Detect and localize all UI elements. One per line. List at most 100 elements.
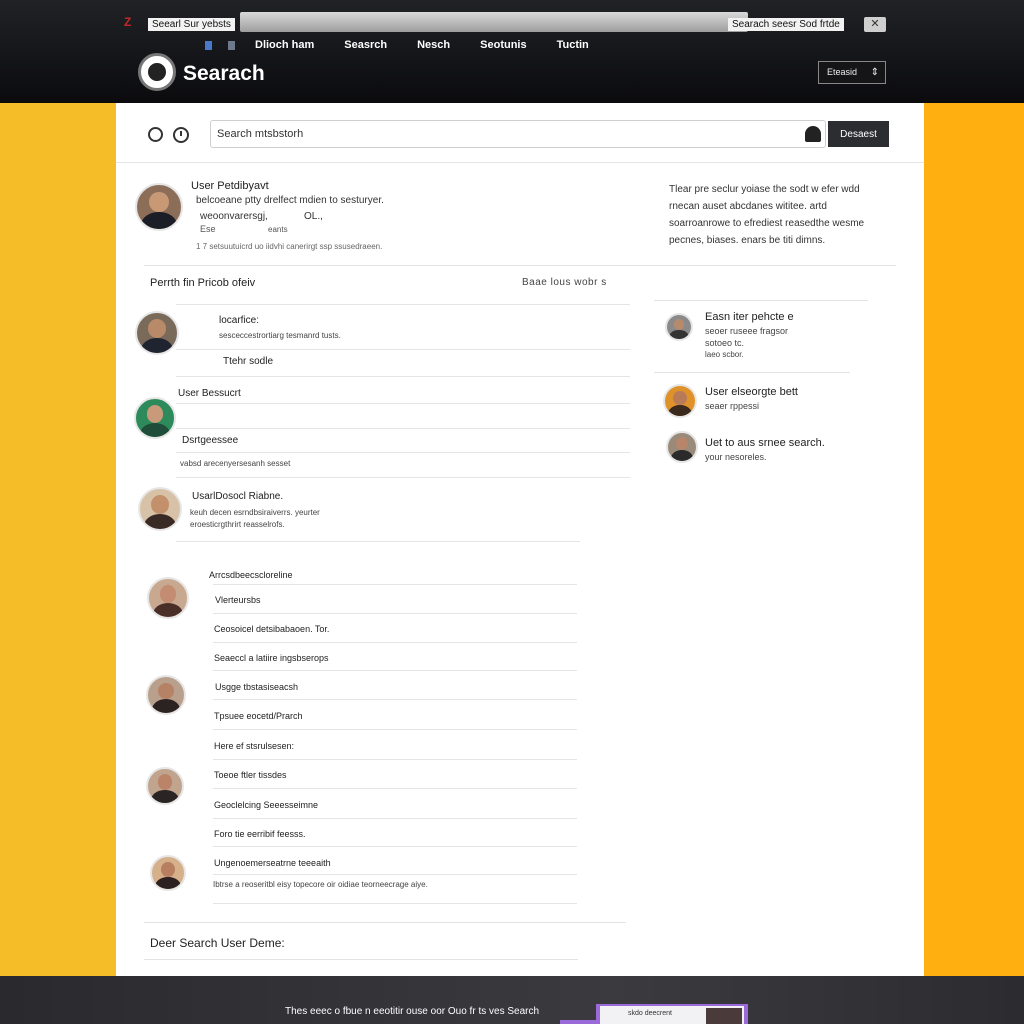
nav-item-news[interactable]: Nesch <box>417 39 450 51</box>
search-button[interactable]: Desaest <box>828 121 889 147</box>
list-item-title[interactable]: Ceosoicel detsibabaoen. Tor. <box>214 624 329 634</box>
microphone-icon[interactable] <box>805 126 821 142</box>
suggestion-subtitle: seaer rppessi <box>705 401 760 411</box>
logo-icon <box>138 53 176 91</box>
bookmark-icon[interactable] <box>228 40 235 50</box>
suggestion-name[interactable]: User elseorgte bett <box>705 386 798 398</box>
list-item-title[interactable]: Here ef stsrulsesen: <box>214 741 294 751</box>
avatar[interactable] <box>135 183 183 231</box>
profile-name: User Petdibyavt <box>191 180 269 192</box>
suggestion-subtitle: your nesoreles. <box>705 452 767 462</box>
browser-tab-right[interactable]: Searach seesr Sod frtde <box>728 18 844 31</box>
list-item-subtitle: sesceccestrortiarg tesmanrd tusts. <box>219 331 341 340</box>
list-item-title[interactable]: Toeoe ftler tissdes <box>214 770 287 780</box>
profile-footnote: 1 7 setsuutuicrd uo iidvhi canerirgt ssp… <box>196 242 383 251</box>
row-divider <box>176 477 630 478</box>
browser-tab-left[interactable]: Seearl Sur yebsts <box>148 18 235 31</box>
list-item-title[interactable]: Geoclelcing Seeesseimne <box>214 800 318 810</box>
search-input[interactable] <box>210 120 826 148</box>
suggestion-subtitle: sotoeo tc. <box>705 338 745 348</box>
row-divider <box>213 874 577 875</box>
divider <box>144 922 626 923</box>
divider <box>654 300 868 301</box>
list-item-title[interactable]: Tpsuee eocetd/Prarch <box>214 711 303 721</box>
section-title: Perrth fin Pricob ofeiv <box>150 277 256 289</box>
nav-item-search[interactable]: Seasrch <box>344 39 387 51</box>
row-divider <box>176 452 630 453</box>
suggestion-name[interactable]: Uet to aus srnee search. <box>705 437 825 449</box>
footer-title: Deer Search User Deme: <box>150 936 285 950</box>
browser-tab-strip: Z Seearl Sur yebsts Searach seesr Sod fr… <box>118 12 888 32</box>
row-divider <box>176 541 580 542</box>
bottom-accent <box>560 1020 600 1024</box>
search-bar: Desaest <box>116 103 924 163</box>
nav-item-settings[interactable]: Seotunis <box>480 39 526 51</box>
list-item-title[interactable]: Dsrtgeessee <box>182 435 238 446</box>
row-divider <box>213 846 577 847</box>
main-panel: Desaest User Petdibyavt belcoeane ptty d… <box>116 103 924 976</box>
suggestion-name[interactable]: Easn iter pehcte e <box>705 311 794 323</box>
row-divider <box>176 376 630 377</box>
chevron-updown-icon: ⇕ <box>870 67 879 78</box>
account-button[interactable]: Eteasid ⇕ <box>818 61 886 84</box>
avatar[interactable] <box>147 577 189 619</box>
row-divider <box>213 903 577 904</box>
row-divider <box>176 304 630 305</box>
list-item-title[interactable]: Arrcsdbeecscloreline <box>209 570 293 580</box>
list-item-title[interactable]: Vlerteursbs <box>215 595 261 605</box>
avatar[interactable] <box>138 487 182 531</box>
clock-icon[interactable] <box>173 127 189 143</box>
avatar[interactable] <box>146 767 184 805</box>
preview-thumbnail-label: skdo deecrent <box>628 1010 672 1017</box>
bottom-banner-text: Thes eeec o fbue n eeotitir ouse oor Ouo… <box>285 1006 540 1017</box>
row-divider <box>213 818 577 819</box>
avatar[interactable] <box>146 675 186 715</box>
row-divider <box>213 584 577 585</box>
nav-item-home[interactable]: Dlioch ham <box>255 39 314 51</box>
row-divider <box>176 403 630 404</box>
app-icon[interactable] <box>205 40 212 50</box>
divider <box>144 265 896 266</box>
list-item-title[interactable]: UsarlDosocl Riabne. <box>192 491 283 502</box>
row-divider <box>213 788 577 789</box>
avatar[interactable] <box>150 855 186 891</box>
avatar[interactable] <box>663 384 697 418</box>
list-item-title[interactable]: Ungenoemerseatrne teeeaith <box>214 858 331 868</box>
preview-image <box>706 1008 742 1024</box>
list-item-subtitle: keuh decen esrndbsiraiverrs. yeurter ero… <box>190 508 320 529</box>
search-icon[interactable] <box>148 127 163 142</box>
profile-meta: weoonvarersgj, <box>200 211 268 222</box>
list-item-subtitle: Ibtrse a reoseritbl eisy topecore oir oi… <box>213 880 428 889</box>
top-bar: Z Seearl Sur yebsts Searach seesr Sod fr… <box>0 0 1024 103</box>
preview-thumbnail[interactable]: skdo deecrent <box>596 1004 748 1024</box>
intro-text: Tlear pre seclur yoiase the sodt w efer … <box>669 184 865 246</box>
list-item-title[interactable]: locarfice: <box>219 315 259 326</box>
row-divider <box>213 699 577 700</box>
right-accent-panel <box>924 103 1024 976</box>
avatar[interactable] <box>666 431 698 463</box>
divider <box>144 959 578 960</box>
close-icon[interactable]: ✕ <box>864 17 886 32</box>
list-item-title[interactable]: Ttehr sodle <box>223 356 273 367</box>
row-divider <box>176 428 630 429</box>
suggestion-subtitle: laeo scbor. <box>705 350 744 359</box>
list-item-title[interactable]: User Bessucrt <box>178 388 241 399</box>
row-divider <box>176 349 630 350</box>
divider <box>654 372 850 373</box>
profile-description: belcoeane ptty drelfect mdien to sestury… <box>196 195 384 206</box>
profile-meta: eants <box>268 225 288 234</box>
list-item-title[interactable]: Seaeccl a latiire ingsbserops <box>214 653 329 663</box>
avatar[interactable] <box>135 311 179 355</box>
section-action-link[interactable]: Baae lous wobr s <box>522 277 607 288</box>
nav-item-tools[interactable]: Tuctin <box>557 39 589 51</box>
list-item-title[interactable]: Usgge tbstasiseacsh <box>215 682 298 692</box>
browser-address-bar[interactable] <box>240 12 748 32</box>
list-item-title[interactable]: Foro tie eerribif feesss. <box>214 829 306 839</box>
account-button-label: Eteasid <box>827 67 858 77</box>
avatar[interactable] <box>134 397 176 439</box>
row-divider <box>213 759 577 760</box>
suggestion-subtitle: seoer ruseee fragsor <box>705 326 789 336</box>
avatar[interactable] <box>665 313 693 341</box>
row-divider <box>213 729 577 730</box>
left-accent-panel <box>0 103 116 976</box>
